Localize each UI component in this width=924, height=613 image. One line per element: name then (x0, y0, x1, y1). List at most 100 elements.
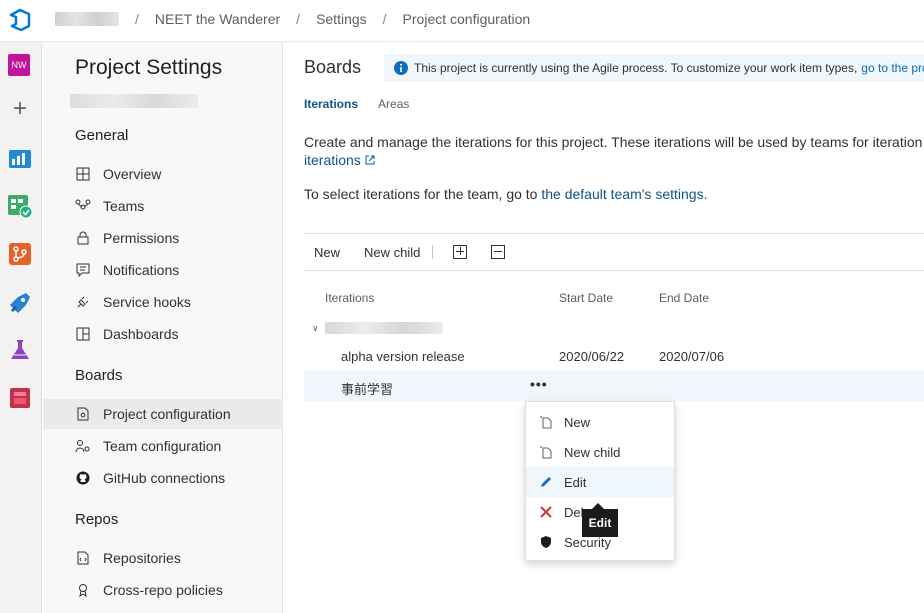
left-icon-rail: NW + (0, 42, 42, 613)
nav-item-service-hooks[interactable]: Service hooks (43, 287, 283, 317)
project-avatar[interactable]: NW (8, 54, 30, 76)
menu-item-new-child[interactable]: New child (526, 437, 674, 467)
nav-label: Permissions (103, 230, 180, 246)
settings-doc-icon (75, 406, 91, 422)
chevron-down-icon[interactable]: ∨ (312, 323, 319, 334)
artifacts-icon[interactable] (7, 385, 33, 411)
nav-item-permissions[interactable]: Permissions (43, 223, 283, 253)
add-icon[interactable]: + (7, 95, 33, 122)
section-repos: Repos (75, 511, 119, 528)
toolbar-divider (432, 245, 434, 259)
menu-label: New child (564, 444, 621, 460)
nav-label: Repositories (103, 550, 181, 566)
settings-title: Project Settings (75, 56, 223, 79)
nav-item-project-configuration[interactable]: Project configuration (43, 399, 283, 429)
breadcrumb-settings[interactable]: Settings (316, 11, 367, 27)
iteration-name: alpha version release (341, 349, 465, 364)
nav-item-overview[interactable]: Overview (43, 159, 283, 189)
iteration-start-date: 2020/06/22 (559, 349, 625, 364)
chat-icon (75, 262, 91, 278)
github-icon (75, 470, 91, 486)
default-team-settings-link[interactable]: the default team's settings. (541, 186, 707, 202)
nav-item-github-connections[interactable]: GitHub connections (43, 463, 283, 493)
more-options-icon[interactable]: ••• (530, 376, 548, 392)
top-bar: / NEET the Wanderer / Settings / Project… (0, 0, 924, 42)
dashboard-icon (75, 326, 91, 342)
boards-icon[interactable] (7, 193, 33, 219)
tree-root-row[interactable]: ∨ (312, 322, 443, 334)
new-item-icon (538, 414, 554, 430)
shield-icon (538, 534, 554, 550)
nav-label: Cross-repo policies (103, 582, 223, 598)
azure-devops-logo-icon[interactable] (8, 8, 32, 32)
repos-icon[interactable] (7, 241, 33, 267)
new-child-icon (538, 444, 554, 460)
iteration-end-date: 2020/07/06 (659, 349, 725, 364)
column-header-start-date[interactable]: Start Date (559, 291, 613, 305)
breadcrumb-separator: / (382, 11, 387, 27)
teams-icon (75, 198, 91, 214)
breadcrumb-separator: / (135, 11, 139, 27)
delete-x-icon (538, 504, 554, 520)
breadcrumb-project[interactable]: NEET the Wanderer (155, 11, 280, 27)
nav-item-cross-repo-policies[interactable]: Cross-repo policies (43, 575, 283, 605)
new-child-button[interactable]: New child (364, 245, 420, 260)
nav-item-repositories[interactable]: Repositories (43, 543, 283, 573)
nav-item-notifications[interactable]: Notifications (43, 255, 283, 285)
nav-label: Service hooks (103, 294, 191, 310)
iterations-doc-link[interactable]: iterations (304, 152, 375, 168)
expand-all-icon[interactable] (453, 245, 468, 259)
menu-label: Edit (564, 474, 587, 490)
pipelines-icon[interactable] (7, 290, 33, 316)
overview-icon (75, 166, 91, 182)
nav-label: Overview (103, 166, 162, 182)
pencil-icon (538, 474, 554, 490)
repository-icon (75, 550, 91, 566)
info-banner: This project is currently using the Agil… (384, 54, 924, 82)
root-iteration-blurred (324, 322, 443, 334)
nav-label: Notifications (103, 262, 180, 278)
iterations-link-text: iterations (304, 152, 361, 168)
team-settings-icon (75, 438, 91, 454)
tab-iterations[interactable]: Iterations (304, 97, 358, 111)
policy-icon (75, 582, 91, 598)
breadcrumb-separator: / (296, 11, 301, 27)
banner-process-link[interactable]: go to the pro (861, 61, 924, 75)
nav-label: Project configuration (103, 406, 231, 422)
nav-label: GitHub connections (103, 470, 226, 486)
edit-tooltip: Edit (582, 509, 618, 537)
external-link-icon (365, 155, 375, 165)
lock-icon (75, 230, 91, 246)
nav-label: Dashboards (103, 326, 179, 342)
team-hint-text: To select iterations for the team, go to (304, 186, 538, 202)
nav-item-team-configuration[interactable]: Team configuration (43, 431, 283, 461)
settings-panel: Project Settings General Overview Teams … (43, 42, 283, 613)
menu-item-edit[interactable]: Edit (526, 467, 674, 497)
iterations-toolbar: New New child (304, 233, 924, 271)
page-title: Boards (304, 57, 362, 77)
organization-name-blurred[interactable] (55, 12, 119, 26)
plug-icon (75, 294, 91, 310)
column-header-iterations[interactable]: Iterations (325, 291, 374, 305)
description: Create and manage the iterations for thi… (304, 134, 923, 150)
test-plans-icon[interactable] (7, 337, 33, 363)
breadcrumb-page[interactable]: Project configuration (403, 11, 531, 27)
overview-icon[interactable] (7, 146, 33, 172)
section-boards: Boards (75, 367, 123, 384)
tabs: Iterations Areas (304, 97, 429, 111)
banner-text: This project is currently using the Agil… (414, 61, 858, 75)
iteration-name: 事前学習 (341, 382, 394, 397)
nav-label: Team configuration (103, 438, 222, 454)
nav-item-dashboards[interactable]: Dashboards (43, 319, 283, 349)
nav-item-teams[interactable]: Teams (43, 191, 283, 221)
menu-item-new[interactable]: New (526, 407, 674, 437)
collapse-all-icon[interactable] (491, 245, 506, 259)
table-row[interactable]: alpha version release 2020/06/22 2020/07… (304, 341, 924, 371)
section-general: General (75, 127, 129, 144)
new-button[interactable]: New (314, 245, 340, 260)
project-name-blurred (70, 94, 198, 108)
info-icon (394, 61, 408, 75)
tab-areas[interactable]: Areas (378, 97, 409, 111)
table-row[interactable]: 事前学習 ••• (304, 371, 924, 401)
column-header-end-date[interactable]: End Date (659, 291, 709, 305)
